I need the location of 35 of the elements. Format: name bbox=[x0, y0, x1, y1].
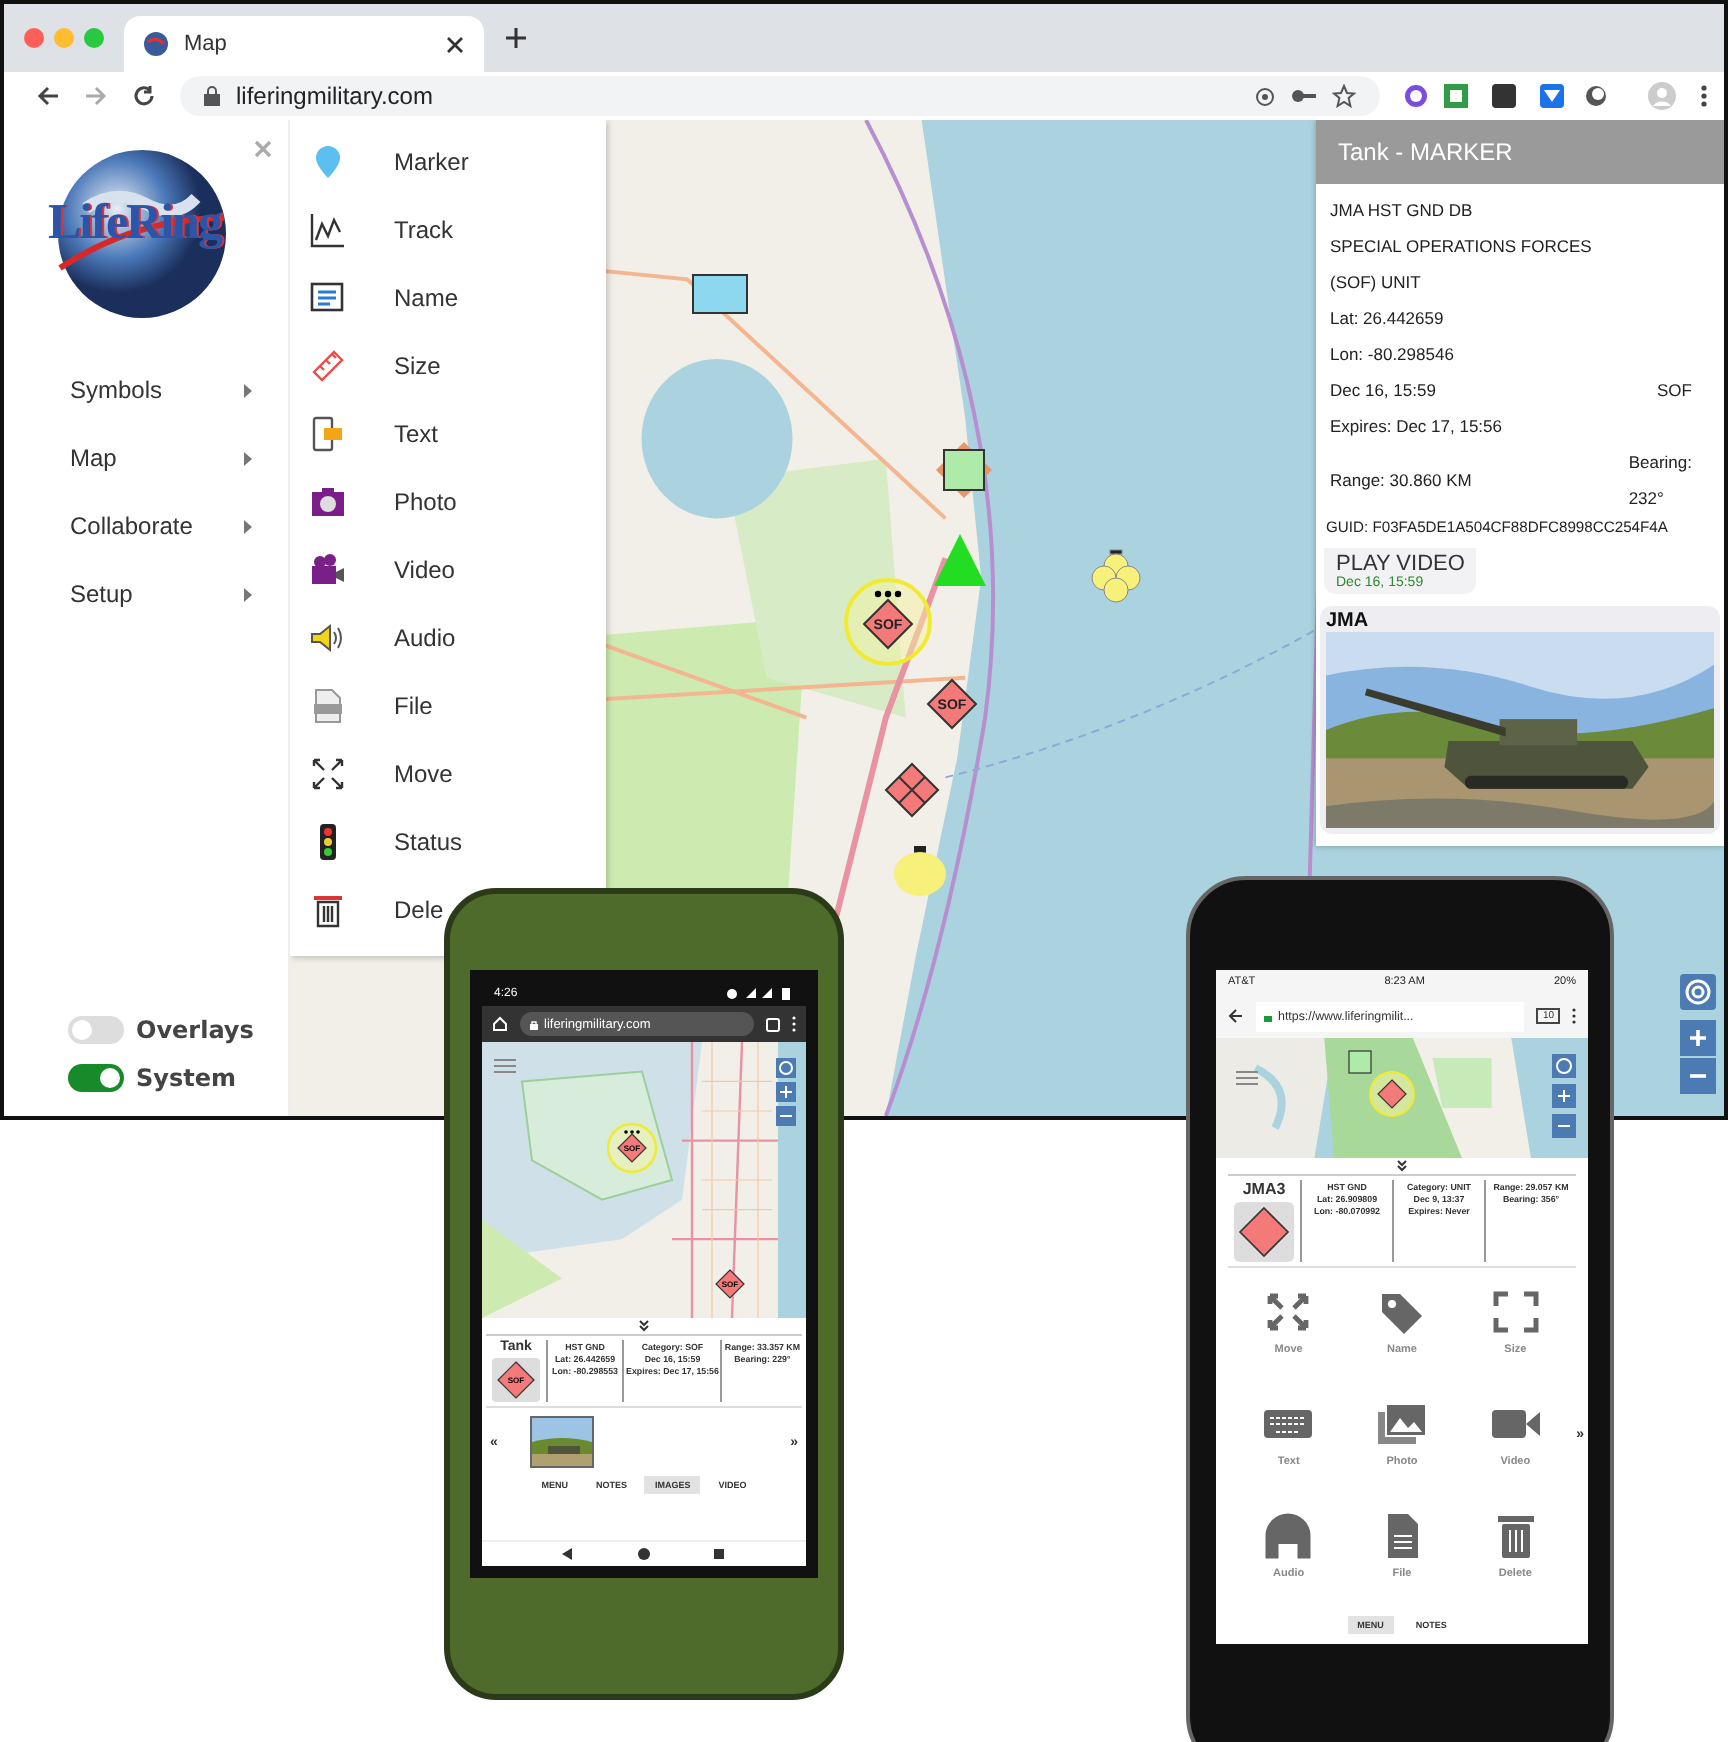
menu-item[interactable]: Collaborate bbox=[4, 492, 288, 560]
lock-icon bbox=[204, 86, 220, 106]
menu-item[interactable]: Symbols bbox=[4, 356, 288, 424]
marker-title: JMA3 bbox=[1242, 1180, 1286, 1198]
photo-icon bbox=[1375, 1400, 1428, 1448]
back-icon[interactable] bbox=[36, 84, 60, 108]
menu-item[interactable]: Map bbox=[4, 424, 288, 492]
caret-icon bbox=[244, 587, 252, 601]
more-icon[interactable] bbox=[1700, 84, 1708, 108]
close-icon[interactable] bbox=[446, 35, 464, 53]
navigation-bar[interactable] bbox=[482, 1540, 806, 1566]
resize-icon bbox=[1489, 1288, 1542, 1336]
collapse-icon[interactable] bbox=[638, 1320, 650, 1332]
key-icon[interactable] bbox=[1292, 88, 1316, 104]
menu-item[interactable]: Setup bbox=[4, 560, 288, 628]
reload-icon[interactable] bbox=[132, 84, 156, 108]
location-icon[interactable] bbox=[1254, 85, 1276, 107]
toggle-label: Overlays bbox=[136, 1016, 254, 1044]
globe-icon bbox=[144, 32, 168, 56]
caret-icon bbox=[244, 383, 252, 397]
star-icon[interactable] bbox=[1332, 84, 1356, 108]
address-bar[interactable]: liferingmilitary.com bbox=[180, 76, 1380, 116]
new-tab-icon[interactable] bbox=[504, 26, 528, 50]
toggle-switch[interactable] bbox=[68, 1064, 124, 1092]
caret-icon bbox=[244, 519, 252, 533]
toggle-label: System bbox=[136, 1064, 236, 1092]
browser-tab[interactable]: Map bbox=[124, 16, 484, 72]
headphones-icon bbox=[1262, 1512, 1315, 1560]
forward-icon[interactable] bbox=[84, 84, 108, 108]
toggle-switch[interactable] bbox=[68, 1016, 124, 1044]
window-controls-icon[interactable] bbox=[24, 28, 104, 48]
unit-marker bbox=[1234, 1202, 1294, 1262]
collapse-icon[interactable] bbox=[1396, 1160, 1408, 1172]
zoom-out-button[interactable] bbox=[1552, 1114, 1576, 1138]
caret-icon bbox=[244, 451, 252, 465]
